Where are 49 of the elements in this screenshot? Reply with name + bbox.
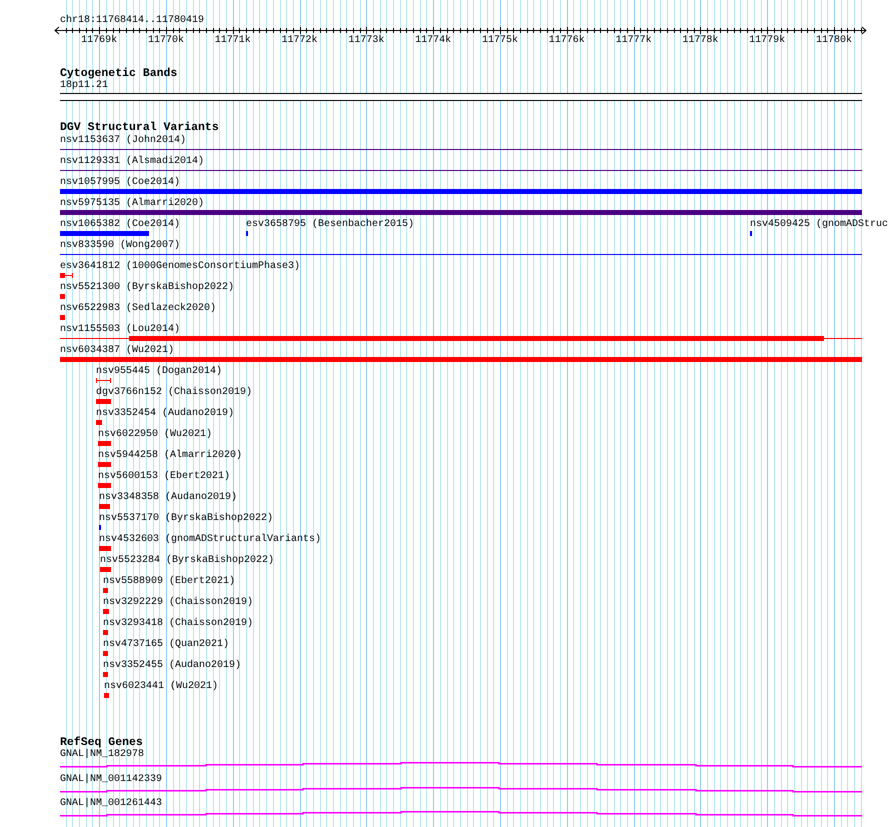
gene-label: GNAL|NM_001261443 bbox=[60, 798, 162, 810]
variant-label: nsv3352454 (Audano2019) bbox=[96, 408, 234, 419]
variant-label: nsv5521300 (ByrskaBishop2022) bbox=[60, 282, 234, 293]
variant-label: nsv1129331 (Alsmadi2014) bbox=[60, 156, 204, 167]
gene-label: GNAL|NM_001142339 bbox=[60, 774, 162, 786]
tick-label: 11778k bbox=[682, 35, 718, 47]
variant-label: nsv6023441 (Wu2021) bbox=[104, 681, 218, 692]
location-label: chr18:11768414..11780419 bbox=[60, 15, 204, 27]
variant-label: nsv5600153 (Ebert2021) bbox=[98, 471, 230, 482]
tick-label: 11779k bbox=[749, 35, 786, 47]
tick-label: 11774k bbox=[415, 35, 452, 47]
gene-label: GNAL|NM_182978 bbox=[60, 749, 144, 761]
variant-label: nsv3352455 (Audano2019) bbox=[103, 660, 242, 671]
variant-label: nsv6022950 (Wu2021) bbox=[98, 429, 212, 440]
variant-label: nsv6522983 (Sedlazeck2020) bbox=[60, 303, 216, 314]
variant-label: dgv3766n152 (Chaisson2019) bbox=[96, 387, 252, 398]
tick-label: 11770k bbox=[148, 35, 184, 47]
variant-label: esv3641812 (1000GenomesConsortiumPhase3) bbox=[60, 261, 300, 272]
variant-label: nsv1065382 (Coe2014) bbox=[60, 219, 180, 230]
variant-label: nsv3293418 (Chaisson2019) bbox=[103, 618, 254, 629]
variant-label: nsv955445 (Dogan2014) bbox=[96, 366, 222, 377]
variant-label: nsv5944258 (Almarri2020) bbox=[98, 450, 242, 461]
variant-label: nsv1155503 (Lou2014) bbox=[60, 324, 180, 335]
tick-label: 11777k bbox=[616, 35, 652, 47]
variant-label: nsv4737165 (Quan2021) bbox=[103, 639, 230, 650]
variant-label: nsv6034387 (Wu2021) bbox=[60, 345, 174, 356]
tick-label: 11775k bbox=[482, 35, 518, 47]
variant-label: nsv5523284 (ByrskaBishop2022) bbox=[100, 555, 274, 566]
variant-label: nsv1057995 (Coe2014) bbox=[60, 177, 180, 188]
variant-label: nsv4509425 (gnomADStruc bbox=[750, 219, 888, 230]
tick-label: 11773k bbox=[348, 35, 384, 47]
variant-label: nsv3292229 (Chaisson2019) bbox=[103, 597, 254, 608]
variant-label: nsv5537170 (ByrskaBishop2022) bbox=[99, 513, 274, 524]
variant-label: nsv4532603 (gnomADStructuralVariants) bbox=[99, 534, 322, 545]
tick-label: 11780k bbox=[816, 35, 852, 47]
band-label: 18p11.21 bbox=[60, 80, 108, 92]
tick-label: 11772k bbox=[282, 35, 318, 47]
variant-label: nsv833590 (Wong2007) bbox=[60, 240, 180, 251]
track-title: Cytogenetic Bands bbox=[59, 68, 178, 80]
variant-label: nsv1153637 (John2014) bbox=[60, 135, 186, 146]
variant-label: nsv3348358 (Audano2019) bbox=[99, 492, 238, 503]
tick-label: 11776k bbox=[548, 35, 585, 47]
variant-label: nsv5975135 (Almarri2020) bbox=[60, 198, 204, 209]
track-title: RefSeq Genes bbox=[59, 737, 143, 749]
tick-label: 11771k bbox=[214, 35, 251, 47]
variant-label: esv3658795 (Besenbacher2015) bbox=[246, 219, 414, 230]
tick-label: 11769k bbox=[81, 35, 118, 47]
track-title: DGV Structural Variants bbox=[59, 122, 219, 134]
variant-label: nsv5588909 (Ebert2021) bbox=[103, 576, 236, 587]
